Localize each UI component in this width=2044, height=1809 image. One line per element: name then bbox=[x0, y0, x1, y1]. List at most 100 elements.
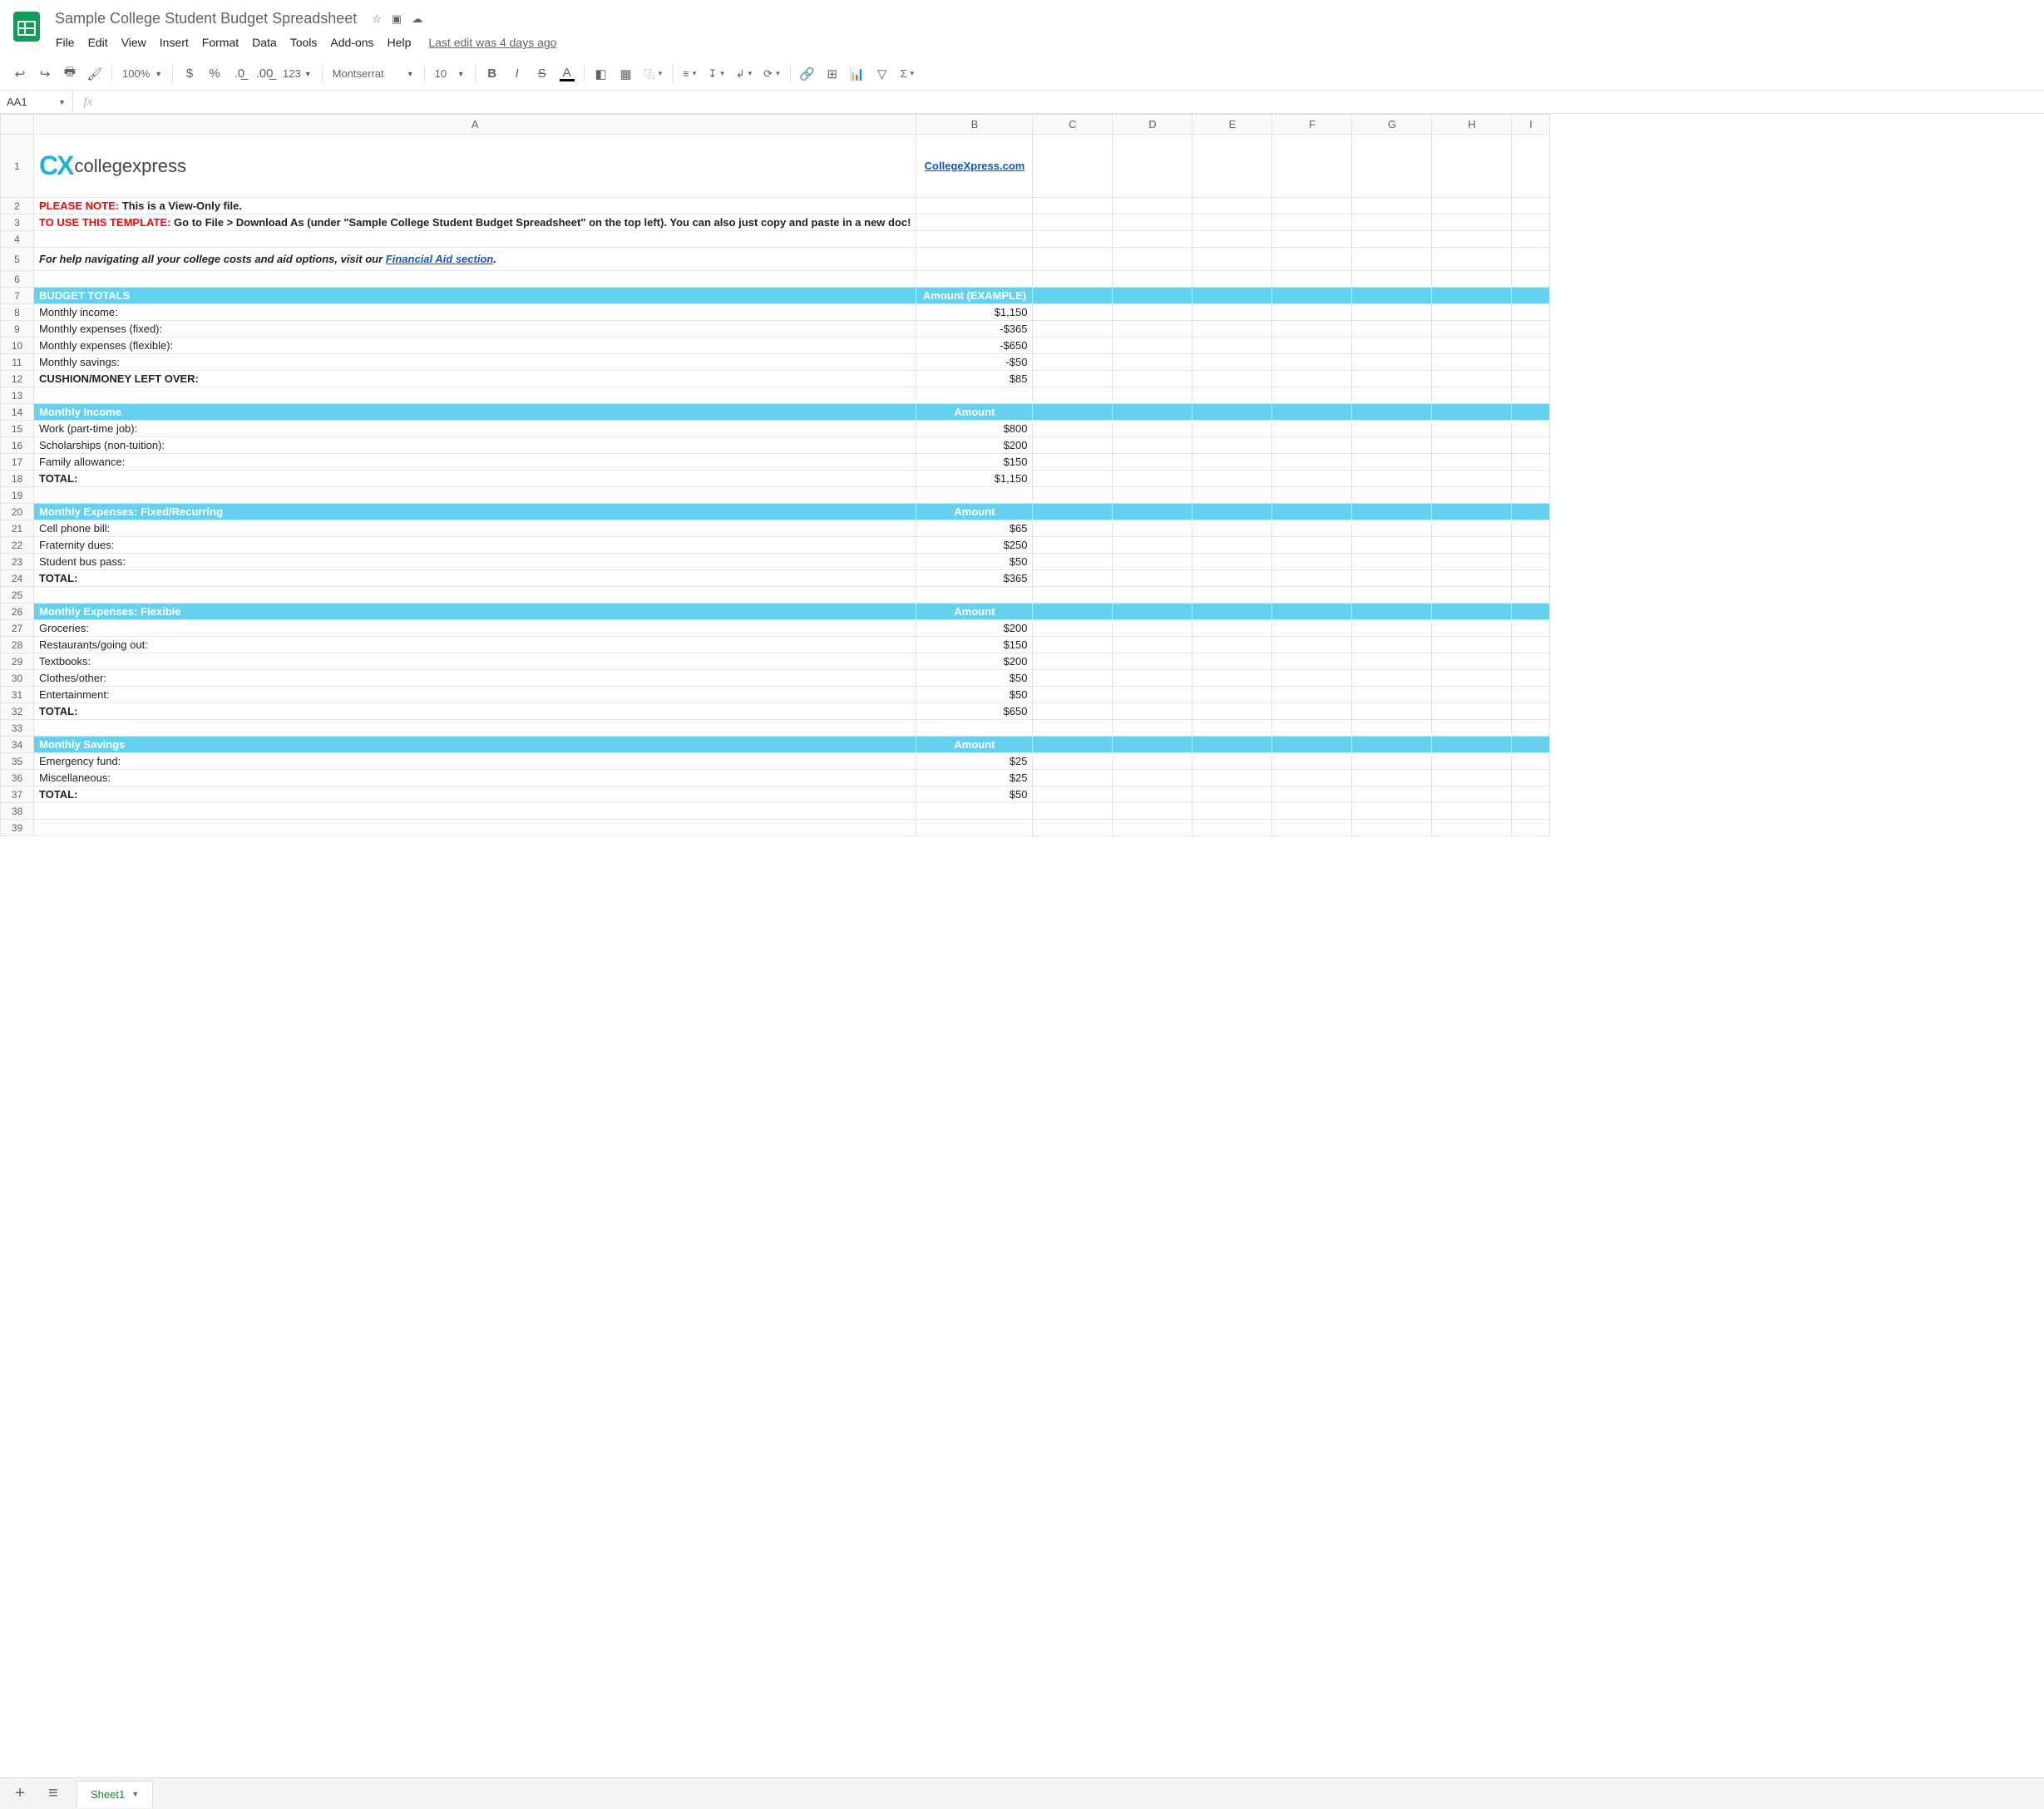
cell[interactable] bbox=[1432, 198, 1512, 214]
cell[interactable] bbox=[1512, 620, 1550, 637]
cell[interactable] bbox=[1352, 198, 1432, 214]
cell[interactable] bbox=[1352, 437, 1432, 454]
cell[interactable] bbox=[1192, 670, 1272, 687]
print-icon[interactable]: 🖶 bbox=[58, 62, 81, 86]
cell[interactable] bbox=[1352, 520, 1432, 537]
cell[interactable]: $250 bbox=[916, 537, 1033, 554]
cell[interactable] bbox=[916, 214, 1033, 231]
cell[interactable] bbox=[1352, 404, 1432, 421]
cell[interactable] bbox=[1432, 786, 1512, 803]
financial-aid-link[interactable]: Financial Aid section bbox=[386, 253, 494, 265]
cell[interactable] bbox=[1512, 604, 1550, 620]
cell[interactable] bbox=[1033, 387, 1113, 404]
star-icon[interactable]: ☆ bbox=[372, 12, 382, 26]
cell[interactable]: $800 bbox=[916, 421, 1033, 437]
cell[interactable] bbox=[1033, 198, 1113, 214]
col-header[interactable]: E bbox=[1192, 115, 1272, 135]
cell[interactable] bbox=[1113, 371, 1192, 387]
more-formats-select[interactable]: 123▼ bbox=[278, 62, 317, 86]
cell[interactable] bbox=[1033, 487, 1113, 504]
cell[interactable]: Entertainment: bbox=[34, 687, 916, 703]
cell[interactable] bbox=[1113, 231, 1192, 248]
cell[interactable]: For help navigating all your college cos… bbox=[34, 248, 916, 271]
cell[interactable] bbox=[1033, 687, 1113, 703]
cell[interactable] bbox=[1272, 371, 1352, 387]
cell[interactable] bbox=[1352, 321, 1432, 338]
cell[interactable] bbox=[1113, 504, 1192, 520]
cell[interactable] bbox=[1033, 703, 1113, 720]
cell[interactable] bbox=[1352, 214, 1432, 231]
cell[interactable] bbox=[1033, 620, 1113, 637]
cell[interactable] bbox=[1432, 753, 1512, 770]
cell[interactable] bbox=[1352, 570, 1432, 587]
cell[interactable]: Monthly Expenses: Fixed/Recurring bbox=[34, 504, 916, 520]
cell[interactable] bbox=[1512, 437, 1550, 454]
cell[interactable] bbox=[1432, 371, 1512, 387]
cell[interactable]: Emergency fund: bbox=[34, 753, 916, 770]
cell[interactable] bbox=[1352, 371, 1432, 387]
cell[interactable] bbox=[1033, 321, 1113, 338]
cell[interactable] bbox=[1432, 537, 1512, 554]
cell[interactable] bbox=[1512, 248, 1550, 271]
cell[interactable] bbox=[1512, 670, 1550, 687]
cell[interactable] bbox=[1113, 770, 1192, 786]
cell[interactable] bbox=[1432, 620, 1512, 637]
document-title[interactable]: Sample College Student Budget Spreadshee… bbox=[50, 8, 362, 29]
row-header[interactable]: 5 bbox=[1, 248, 34, 271]
cell[interactable] bbox=[1192, 248, 1272, 271]
cell[interactable] bbox=[1192, 554, 1272, 570]
cell[interactable]: Miscellaneous: bbox=[34, 770, 916, 786]
cell[interactable] bbox=[1432, 421, 1512, 437]
cell[interactable] bbox=[1272, 304, 1352, 321]
increase-decimal-icon[interactable]: .00̲ bbox=[253, 62, 276, 86]
cell[interactable]: Amount bbox=[916, 737, 1033, 753]
row-header[interactable]: 23 bbox=[1, 554, 34, 570]
cell[interactable] bbox=[1512, 321, 1550, 338]
cell[interactable] bbox=[1512, 637, 1550, 653]
cell[interactable] bbox=[1113, 786, 1192, 803]
cell[interactable] bbox=[1432, 670, 1512, 687]
cell[interactable]: $65 bbox=[916, 520, 1033, 537]
cell[interactable] bbox=[1272, 687, 1352, 703]
cell[interactable] bbox=[1352, 620, 1432, 637]
all-sheets-icon[interactable]: ≡ bbox=[43, 1784, 63, 1803]
cell[interactable]: $200 bbox=[916, 653, 1033, 670]
cell[interactable] bbox=[1192, 354, 1272, 371]
cell[interactable] bbox=[1432, 214, 1512, 231]
cell[interactable] bbox=[1033, 537, 1113, 554]
row-header[interactable]: 25 bbox=[1, 587, 34, 604]
cell[interactable] bbox=[34, 587, 916, 604]
cell[interactable] bbox=[1512, 471, 1550, 487]
cell[interactable] bbox=[1352, 471, 1432, 487]
cell[interactable] bbox=[1432, 454, 1512, 471]
row-header[interactable]: 32 bbox=[1, 703, 34, 720]
cell[interactable] bbox=[1352, 537, 1432, 554]
cell[interactable] bbox=[1512, 271, 1550, 288]
cell[interactable] bbox=[1192, 421, 1272, 437]
cell[interactable] bbox=[1512, 720, 1550, 737]
cell[interactable] bbox=[1192, 198, 1272, 214]
cell[interactable] bbox=[1432, 720, 1512, 737]
menu-format[interactable]: Format bbox=[196, 32, 244, 52]
cell[interactable]: $150 bbox=[916, 454, 1033, 471]
row-header[interactable]: 11 bbox=[1, 354, 34, 371]
menu-view[interactable]: View bbox=[116, 32, 152, 52]
sheet-tab[interactable]: Sheet1▼ bbox=[77, 1781, 153, 1807]
cell[interactable] bbox=[916, 720, 1033, 737]
cell[interactable] bbox=[1192, 231, 1272, 248]
cell[interactable] bbox=[1272, 570, 1352, 587]
cell[interactable] bbox=[1432, 770, 1512, 786]
rotate-icon[interactable]: ⟳▾ bbox=[758, 62, 784, 86]
cell[interactable] bbox=[1113, 570, 1192, 587]
cell[interactable] bbox=[1192, 703, 1272, 720]
cell[interactable] bbox=[1512, 454, 1550, 471]
cell[interactable]: $650 bbox=[916, 703, 1033, 720]
menu-data[interactable]: Data bbox=[246, 32, 283, 52]
cell[interactable]: Scholarships (non-tuition): bbox=[34, 437, 916, 454]
cell[interactable] bbox=[1272, 321, 1352, 338]
row-header[interactable]: 2 bbox=[1, 198, 34, 214]
cell[interactable] bbox=[1192, 737, 1272, 753]
cell[interactable] bbox=[1512, 354, 1550, 371]
cell[interactable] bbox=[1352, 770, 1432, 786]
cell[interactable] bbox=[34, 487, 916, 504]
